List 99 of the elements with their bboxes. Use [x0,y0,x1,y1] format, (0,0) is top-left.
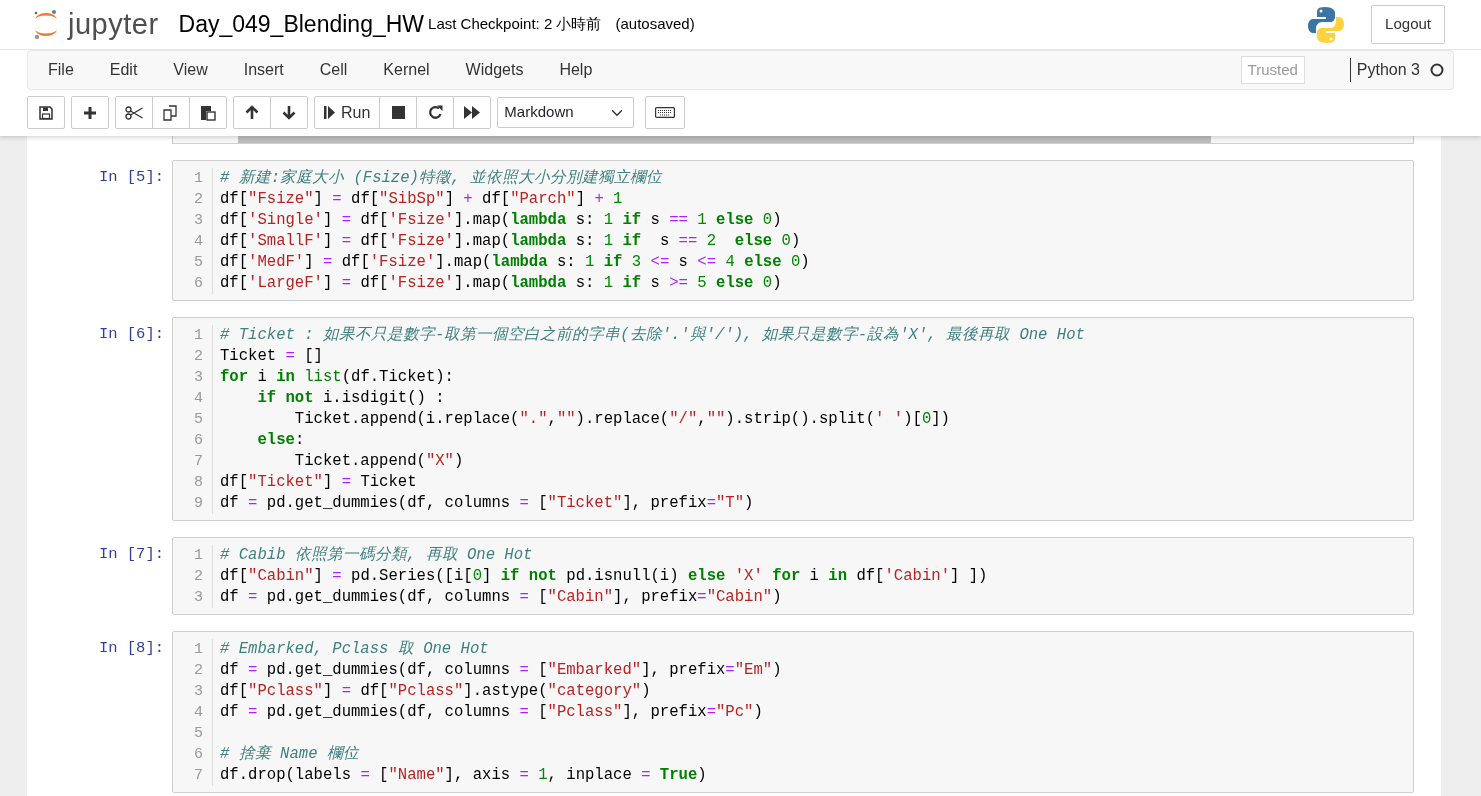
restart-button[interactable] [416,96,455,129]
code-line: df = pd.get_dummies(df, columns = ["Pclass"], prefix="Pc") [220,702,764,723]
code-line: for i in list(df.Ticket): [220,367,455,388]
horizontal-scrollbar[interactable] [238,136,1211,143]
save-icon [39,105,53,120]
fast-forward-icon [464,106,481,119]
arrow-up-icon [245,105,259,120]
clipboard-icon [200,104,216,121]
logo-icon [33,9,59,40]
code-line: Ticket.append(i.replace(".","").replace("/","").strip().split(' ')[0]) [293,409,951,430]
code-line: df['MedF'] = df['Fsize'].map(lambda s: 1 if 3 <= s <= 4 else 0) [220,252,811,273]
code-line: df["Pclass"] = df["Pclass"].astype("category") [220,681,652,702]
input-prompt: In [5]: [97,167,165,188]
line-number: 3 [193,682,204,702]
restart-icon [427,105,443,120]
run-button[interactable]: Run [314,96,381,129]
kernel-name[interactable]: Python 3 [1356,58,1420,82]
line-number: 1 [193,640,204,660]
code-line: df['SmallF'] = df['Fsize'].map(lambda s: 1 if s == 2 else 0) [220,231,802,252]
logo-text: jupyter [68,6,159,42]
scissors-icon [125,105,143,120]
menu-item[interactable]: Cell [301,58,366,82]
line-number: 1 [193,169,204,189]
code-line: if not i.isdigit() : [256,388,446,409]
line-number: 8 [193,473,204,493]
code-line: df['LargeF'] = df['Fsize'].map(lambda s: 1 if s >= 5 else 0) [220,273,783,294]
line-number: 6 [193,745,204,765]
code-line: Ticket.append("X") [293,451,465,472]
code-line: df = pd.get_dummies(df, columns = ["Ticket"], prefix="T") [220,493,755,514]
run-all-button[interactable] [453,96,492,129]
cell-type-select[interactable]: Markdown [497,97,635,128]
plus-icon [83,105,97,120]
save-button[interactable] [27,96,65,129]
stop-icon [391,106,405,119]
menu-item[interactable]: Kernel [365,58,448,82]
copy-icon [163,104,179,121]
line-number: 3 [193,211,204,231]
code-line: df["Ticket"] = Ticket [220,472,418,493]
line-number: 7 [193,452,204,472]
code-line: df.drop(labels = ["Name"], axis = 1, inplace = True) [220,765,708,786]
code-line: # Ticket : 如果不只是數字-取第一個空白之前的字串(去除'.'與'/'), 如果只是數字-設為'X', 最後再取 One Hot [220,325,1086,346]
input-prompt: In [8]: [97,638,165,659]
code-cell[interactable]: 1 2 3 # Cabib 依照第一碼分類, 再取 One Hot df["Cabin"] = pd.Series([i[0] if not pd.isnull(i) else 'X' for i in df['Cabin'] ]) df = pd.get_dummies(df, columns = ["Cabin"], prefix="Cabin") [172,537,1414,615]
stop-button[interactable] [379,96,418,129]
menu-item[interactable]: View [155,58,226,82]
code-line: Ticket = [] [220,346,324,367]
line-number: 2 [193,190,204,210]
line-number: 2 [193,567,204,587]
step-forward-icon [324,106,335,119]
line-number: 4 [193,703,204,723]
code-cell[interactable] [172,631,1414,793]
line-number: 9 [193,494,204,514]
line-number: 7 [193,766,204,786]
code-line: df["Cabin"] = pd.Series([i[0] if not pd.isnull(i) else 'X' for i in df['Cabin'] ]) [220,566,989,587]
cut-button[interactable] [115,96,153,129]
code-cell[interactable] [172,160,1414,301]
line-number: 2 [193,661,204,681]
insert-cell-button[interactable] [71,96,109,129]
line-number: 5 [193,253,204,273]
menu-item[interactable]: Widgets [447,58,542,82]
menu-item[interactable]: File [30,58,92,82]
line-number: 2 [193,347,204,367]
autosave-status: (autosaved) [615,14,695,35]
keyboard-shortcuts-button[interactable] [645,96,686,129]
code-cell[interactable] [172,317,1414,521]
logo-icon [1308,5,1345,44]
line-number: 4 [193,232,204,252]
menu-item[interactable]: Edit [91,58,156,82]
code-line: # Cabib 依照第一碼分類, 再取 One Hot [220,545,534,566]
code-line: # 捨棄 Name 欄位 [220,744,361,765]
menu-item[interactable]: Help [541,58,611,82]
notebook-title[interactable]: Day_049_Blending_HW [178,7,425,42]
line-number: 6 [193,274,204,294]
arrow-down-icon [282,105,296,120]
logout-button[interactable]: Logout [1371,5,1445,44]
line-number: 4 [193,389,204,409]
line-number: 1 [193,546,204,566]
line-number: 3 [193,588,204,608]
code-line: # 新建:家庭大小 (Fsize)特徵, 並依照大小分別建獨立欄位 [220,168,664,189]
code-line: df = pd.get_dummies(df, columns = ["Cabin"], prefix="Cabin") [220,587,783,608]
line-number: 3 [193,368,204,388]
keyboard-icon [655,107,676,118]
checkpoint-status: Last Checkpoint: 2 小時前 [428,14,602,35]
line-number: 5 [193,410,204,430]
code-line: else: [256,430,306,451]
code-line: df = pd.get_dummies(df, columns = ["Embarked"], prefix="Em") [220,660,783,681]
copy-button[interactable] [152,96,190,129]
code-line: # Embarked, Pclass 取 One Hot [220,639,490,660]
line-number: 1 [193,326,204,346]
line-number: 5 [193,724,204,744]
input-prompt: In [7]: [97,544,165,565]
menu-item[interactable]: Insert [225,58,302,82]
code-line: df["Fsize"] = df["SibSp"] + df["Parch"] + 1 [220,189,624,210]
move-up-button[interactable] [233,96,271,129]
line-number: 6 [193,431,204,451]
input-prompt: In [6]: [97,324,165,345]
code-line: df['Single'] = df['Fsize'].map(lambda s: 1 if s == 1 else 0) [220,210,783,231]
paste-button[interactable] [189,96,227,129]
move-down-button[interactable] [270,96,308,129]
